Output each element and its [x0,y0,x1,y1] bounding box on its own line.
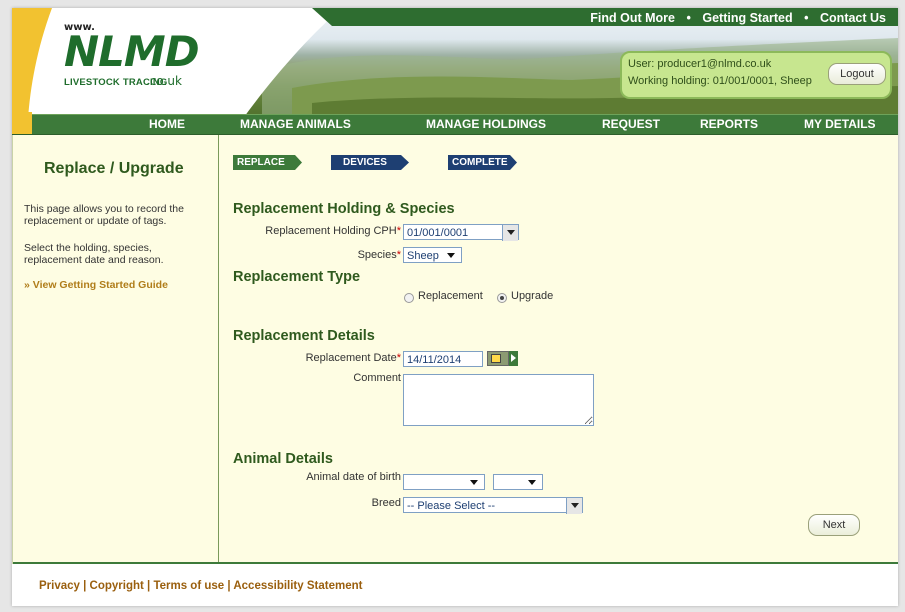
next-button[interactable]: Next [808,514,860,536]
cph-value: 01/001/0001 [407,227,469,239]
getting-started-guide-link[interactable]: » View Getting Started Guide [24,279,168,291]
main-nav: HOME MANAGE ANIMALS MANAGE HOLDINGS REQU… [12,114,898,135]
nav-my-details[interactable]: MY DETAILS [804,117,876,131]
section-animal-details: Animal Details [233,451,333,467]
user-info-box: User: producer1@nlmd.co.uk Working holdi… [620,51,892,99]
nlmd-logo[interactable]: www. NLMD .co.uk LIVESTOCK TRACING [64,22,200,88]
nav-reports[interactable]: REPORTS [700,117,758,131]
breed-label: Breed [371,497,401,509]
comment-textarea[interactable] [403,374,594,426]
section-holding-species: Replacement Holding & Species [233,201,455,217]
required-mark: * [396,249,401,261]
section-replacement-details: Replacement Details [233,328,375,344]
sidebar: Replace / Upgrade This page allows you t… [13,134,219,562]
find-out-more-link[interactable]: Find Out More [590,11,675,25]
site-header: Find Out More • Getting Started • Contac… [12,8,898,120]
breed-value: -- Please Select -- [407,500,496,512]
step-label: COMPLETE [452,157,508,168]
working-holding: Working holding: 01/001/0001, Sheep [628,75,812,87]
date-label: Replacement Date* [283,352,401,364]
footer-links[interactable]: Privacy | Copyright | Terms of use | Acc… [39,580,362,592]
sidebar-title: Replace / Upgrade [44,160,184,177]
content-area: Replace / Upgrade This page allows you t… [12,134,898,564]
cph-label-text: Replacement Holding CPH [265,225,397,237]
species-label-text: Species [357,249,397,261]
separator-dot: • [804,11,809,25]
breed-select[interactable]: -- Please Select -- [403,497,583,514]
required-mark: * [396,225,401,237]
top-links: Find Out More • Getting Started • Contac… [590,11,886,25]
content-bottom-rule [13,562,898,564]
contact-us-link[interactable]: Contact Us [820,11,886,25]
radio-upgrade-label[interactable]: Upgrade [511,290,553,302]
step-label: DEVICES [343,157,387,168]
nav-manage-animals[interactable]: MANAGE ANIMALS [240,117,351,131]
dob-year-select[interactable] [493,474,543,490]
separator-dot: • [686,11,691,25]
cph-label: Replacement Holding CPH* [253,225,401,237]
sidebar-instructions: Select the holding, species, replacement… [24,242,164,266]
radio-replacement[interactable] [404,293,414,303]
chevron-down-icon[interactable] [566,498,582,514]
sidebar-intro: This page allows you to record the repla… [24,203,184,227]
species-label: Species* [313,249,401,261]
species-select[interactable]: Sheep [403,247,462,263]
date-label-text: Replacement Date [305,352,397,364]
logo-name: NLMD [64,27,200,76]
cph-select[interactable]: 01/001/0001 [403,224,519,241]
replacement-date-input[interactable]: 14/11/2014 [403,351,483,367]
comment-label: Comment [353,372,401,384]
section-replacement-type: Replacement Type [233,269,361,285]
replacement-date-value: 14/11/2014 [407,354,462,366]
calendar-grid-icon [491,354,501,363]
user-email: User: producer1@nlmd.co.uk [628,58,772,70]
getting-started-link[interactable]: Getting Started [702,11,792,25]
page: Find Out More • Getting Started • Contac… [12,8,898,606]
logout-button[interactable]: Logout [828,63,886,85]
step-label: REPLACE [237,157,285,168]
species-value: Sheep [407,250,439,262]
required-mark: * [396,352,401,364]
calendar-next-icon[interactable] [509,351,518,366]
radio-upgrade[interactable] [497,293,507,303]
calendar-icon[interactable] [487,351,509,366]
nav-request[interactable]: REQUEST [602,117,660,131]
nav-manage-holdings[interactable]: MANAGE HOLDINGS [426,117,546,131]
dob-month-select[interactable] [403,474,485,490]
dob-label: Animal date of birth [306,471,401,483]
logo-domain: .co.uk [146,74,182,88]
nav-accent-stripe [12,112,32,134]
radio-replacement-label[interactable]: Replacement [418,290,483,302]
nav-home[interactable]: HOME [149,117,185,131]
chevron-down-icon[interactable] [502,225,518,241]
